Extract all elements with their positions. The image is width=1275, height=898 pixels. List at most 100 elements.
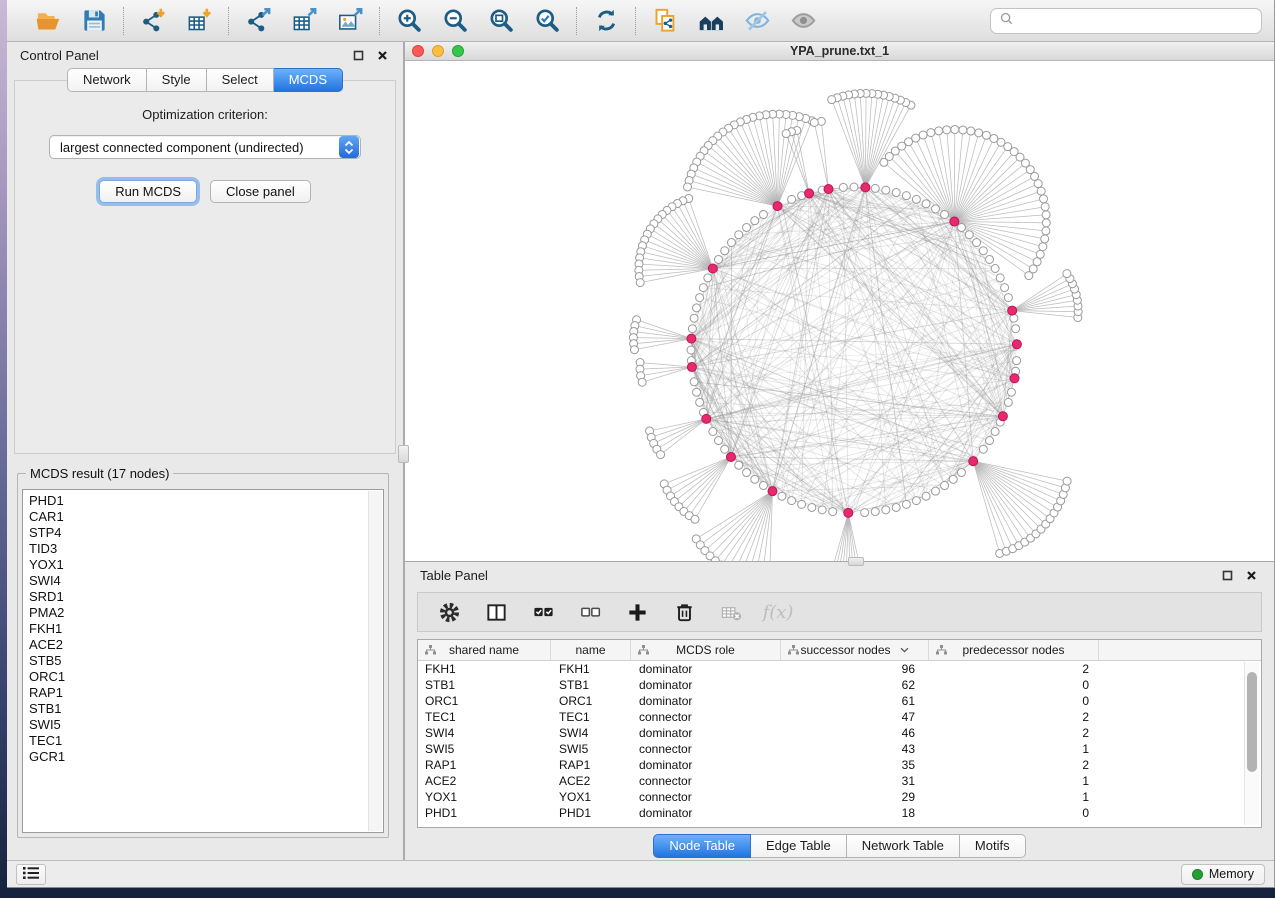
network-node[interactable] [788,497,796,505]
network-node[interactable] [973,239,981,247]
optimization-criterion-select[interactable]: largest connected component (undirected) [49,135,361,159]
network-node[interactable] [941,210,949,218]
network-graph[interactable] [405,61,1273,561]
network-node[interactable] [957,223,965,231]
network-node[interactable] [1036,250,1044,258]
network-node[interactable] [1040,195,1048,203]
network-node[interactable] [1039,243,1047,251]
tab-mcds[interactable]: MCDS [274,68,343,92]
list-item[interactable]: STB1 [29,701,383,717]
float-panel-icon[interactable] [1219,567,1235,583]
mcds-hub-node[interactable] [969,457,978,466]
table-row[interactable]: PHD1PHD1dominator180 [418,805,1261,821]
network-node[interactable] [693,388,701,396]
mcds-result-list[interactable]: PHD1CAR1STP4TID3YOX1SWI4SRD1PMA2FKH1ACE2… [22,489,384,833]
network-node[interactable] [991,265,999,273]
table-row[interactable]: SWI5SWI5connector431 [418,741,1261,757]
network-node[interactable] [871,508,879,516]
network-node[interactable] [1063,270,1071,278]
network-node[interactable] [892,189,900,197]
list-item[interactable]: PMA2 [29,605,383,621]
list-item[interactable]: RAP1 [29,685,383,701]
network-node[interactable] [927,129,935,137]
close-panel-icon[interactable] [374,47,390,63]
export-network-icon[interactable] [243,6,273,36]
network-node[interactable] [839,183,847,191]
list-item[interactable]: GCR1 [29,749,383,765]
network-node[interactable] [657,451,665,459]
mcds-hub-node[interactable] [1008,306,1017,315]
mcds-hub-node[interactable] [768,487,777,496]
network-node[interactable] [735,231,743,239]
network-node[interactable] [965,231,973,239]
network-node[interactable] [808,503,816,511]
network-node[interactable] [1037,187,1045,195]
network-node[interactable] [1042,227,1050,235]
column-header-name[interactable]: name [551,640,631,660]
network-node[interactable] [693,304,701,312]
mcds-hub-node[interactable] [998,412,1007,421]
network-node[interactable] [1004,398,1012,406]
list-item[interactable]: TID3 [29,541,383,557]
table-row[interactable]: STB1STB1dominator620 [418,677,1261,693]
show-all-icon[interactable] [788,6,818,36]
network-node[interactable] [850,183,858,191]
list-item[interactable]: PHD1 [29,493,383,509]
column-header-predecessor-nodes[interactable]: predecessor nodes [929,640,1099,660]
network-node[interactable] [1033,258,1041,266]
network-node[interactable] [751,475,759,483]
memory-button[interactable]: Memory [1181,864,1265,885]
network-node[interactable] [951,126,959,134]
list-item[interactable]: SWI5 [29,717,383,733]
mcds-hub-node[interactable] [844,508,853,517]
list-item[interactable]: STB5 [29,653,383,669]
network-node[interactable] [979,247,987,255]
delete-icon[interactable] [669,597,699,627]
add-icon[interactable] [622,597,652,627]
save-icon[interactable] [79,6,109,36]
network-node[interactable] [941,482,949,490]
network-node[interactable] [871,184,879,192]
list-item[interactable]: STP4 [29,525,383,541]
mcds-hub-node[interactable] [726,452,735,461]
network-node[interactable] [743,223,751,231]
network-node[interactable] [957,469,965,477]
network-node[interactable] [912,497,920,505]
network-node[interactable] [810,118,818,126]
table-row[interactable]: RAP1RAP1dominator352 [418,757,1261,773]
network-node[interactable] [861,509,869,517]
network-node[interactable] [714,255,722,263]
network-node[interactable] [683,183,691,191]
network-node[interactable] [687,346,695,354]
network-node[interactable] [932,487,940,495]
mcds-hub-node[interactable] [1012,340,1021,349]
network-node[interactable] [743,469,751,477]
list-item[interactable]: ORC1 [29,669,383,685]
network-node[interactable] [975,129,983,137]
network-node[interactable] [919,131,927,139]
network-node[interactable] [935,127,943,135]
network-node[interactable] [638,378,646,386]
network-node[interactable] [996,274,1004,282]
clear-selection-icon[interactable] [575,597,605,627]
network-node[interactable] [798,500,806,508]
network-node[interactable] [759,482,767,490]
network-node[interactable] [696,398,704,406]
network-node[interactable] [751,217,759,225]
close-window-icon[interactable] [412,45,424,57]
column-header-successor-nodes[interactable]: successor nodes [781,640,929,660]
network-node[interactable] [982,131,990,139]
network-node[interactable] [818,506,826,514]
table-row[interactable]: ACE2ACE2connector311 [418,773,1261,789]
network-node[interactable] [829,508,837,516]
network-node[interactable] [1042,211,1050,219]
network-node[interactable] [912,195,920,203]
tab-select[interactable]: Select [207,68,274,92]
mcds-hub-node[interactable] [687,363,696,372]
network-node[interactable] [636,279,644,287]
network-node[interactable] [1041,235,1049,243]
network-node[interactable] [892,503,900,511]
network-node[interactable] [943,126,951,134]
network-node[interactable] [967,127,975,135]
search-box[interactable] [990,8,1262,34]
